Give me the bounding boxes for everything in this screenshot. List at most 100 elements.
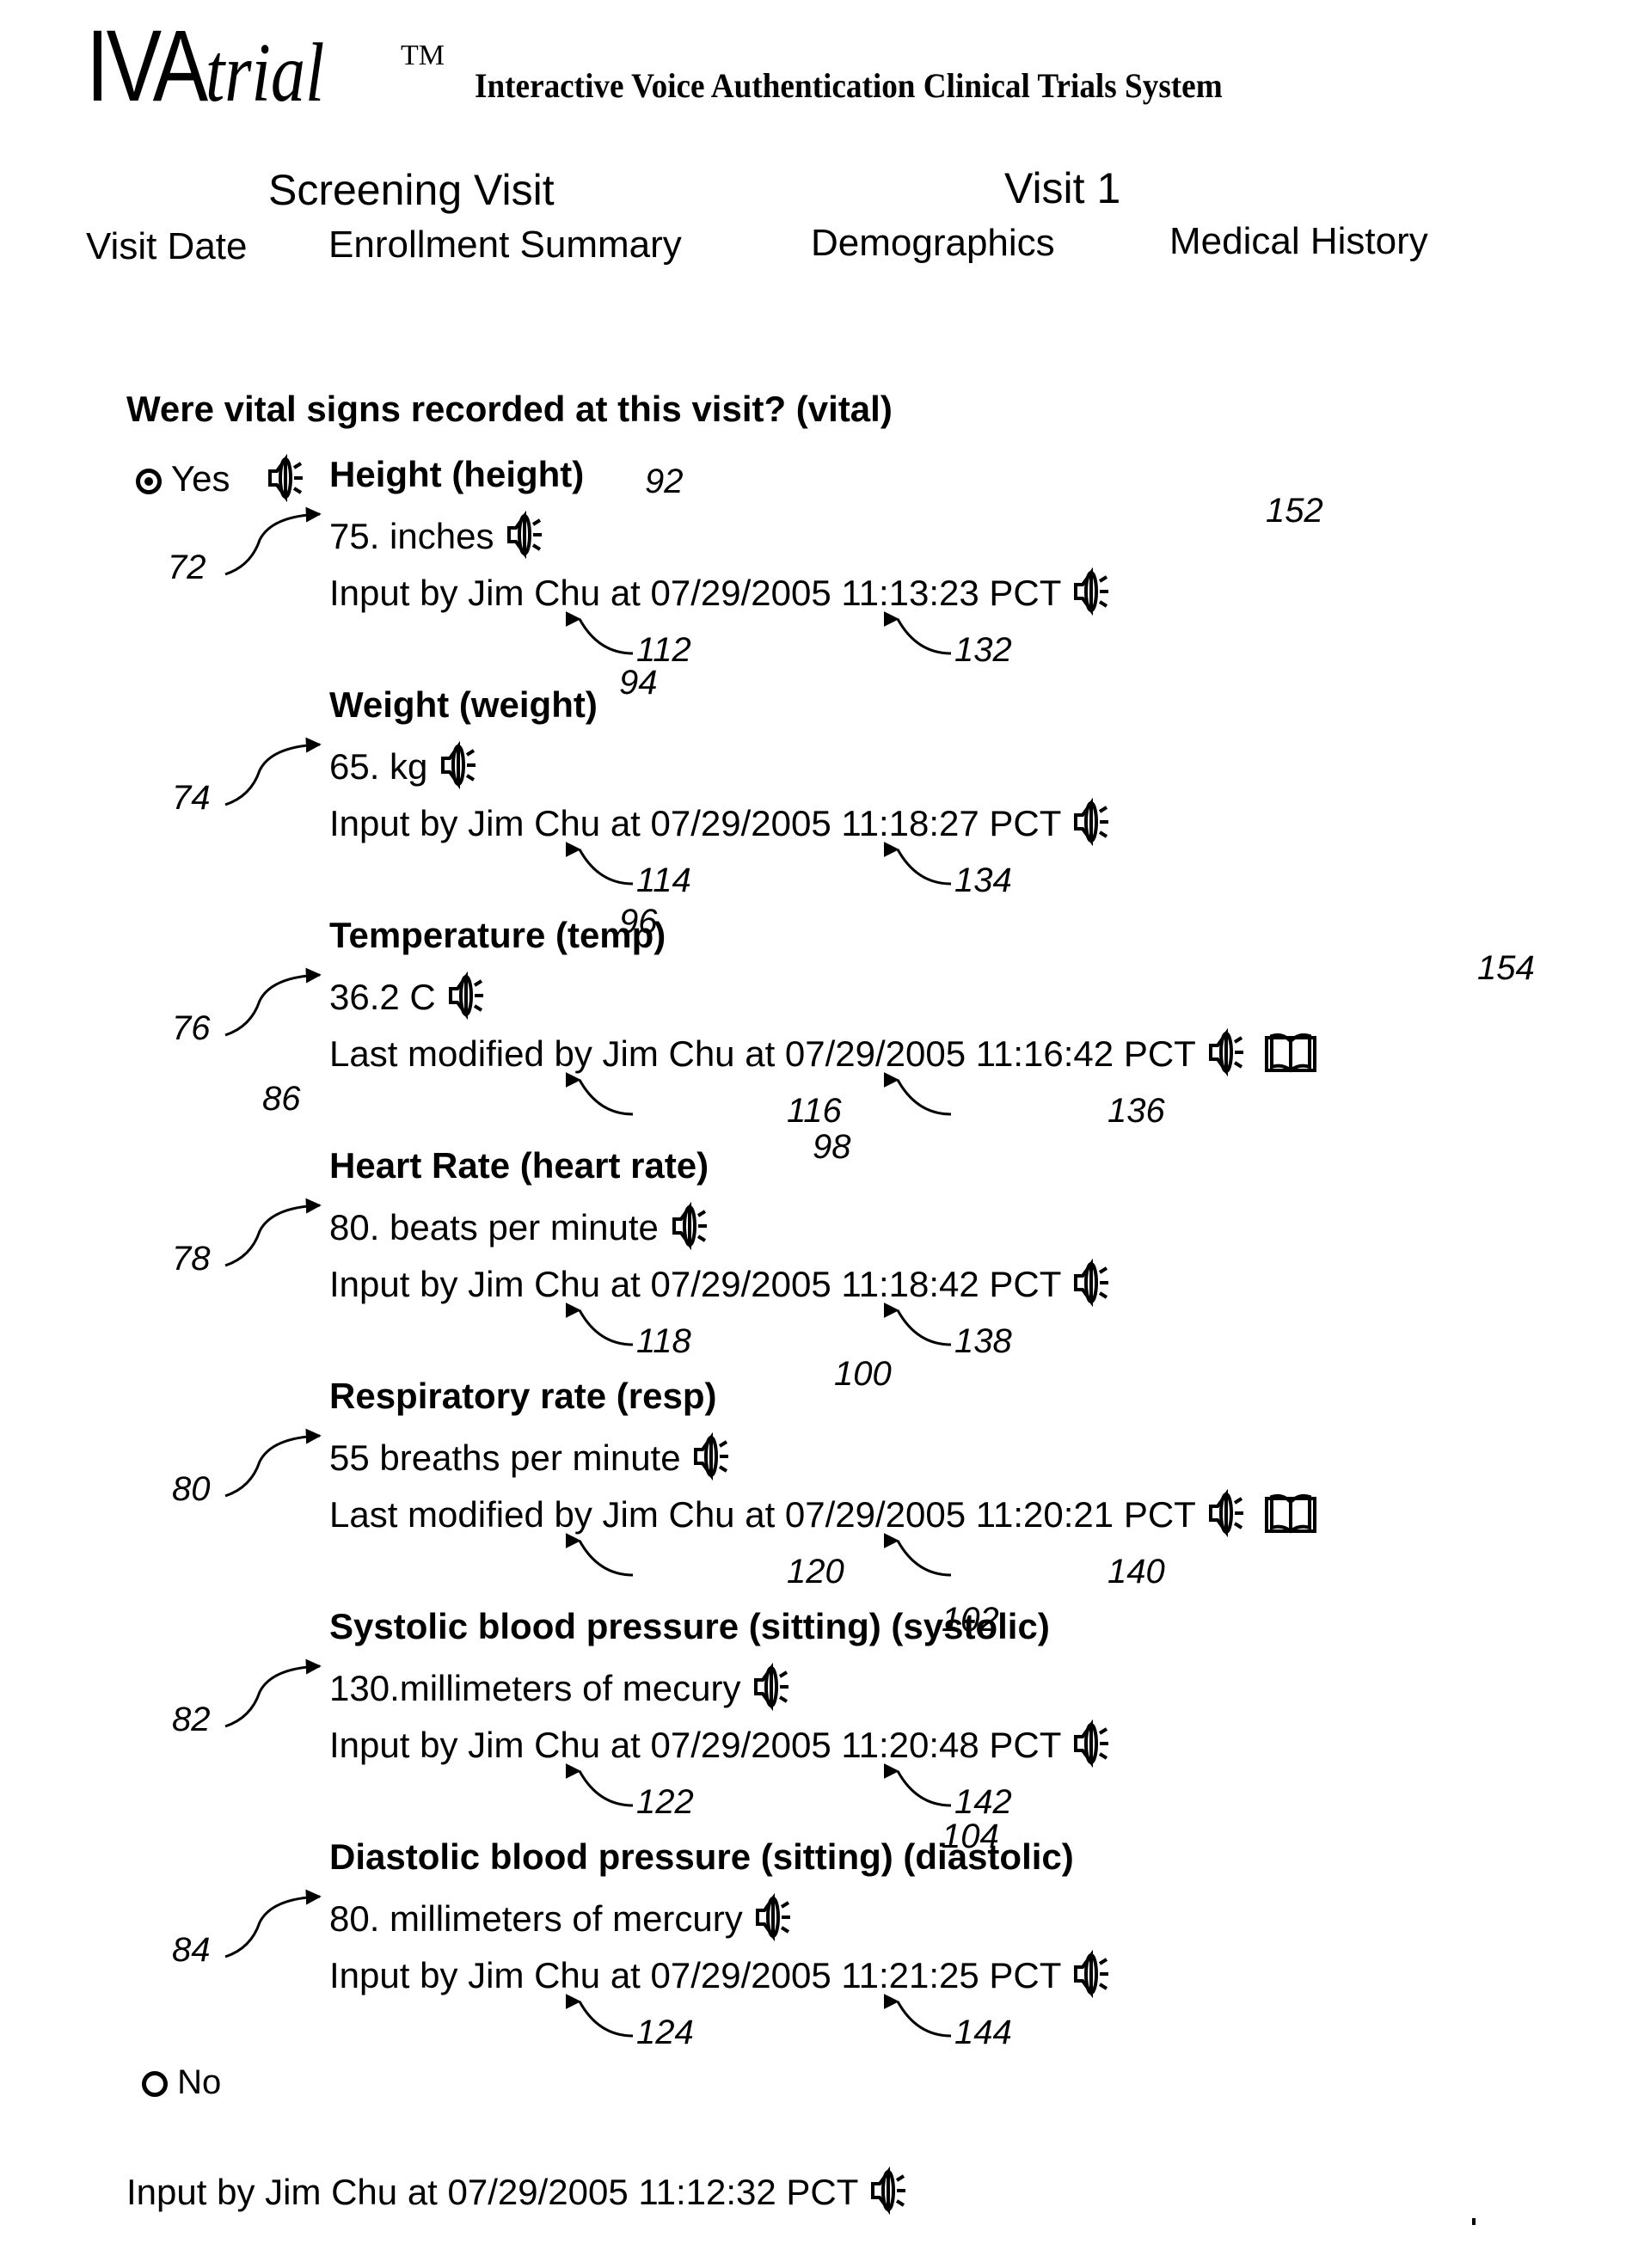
leader-arrow xyxy=(896,848,952,886)
ref-label: 138 xyxy=(954,1322,1012,1360)
field-audit-row: Input by Jim Chu at 07/29/2005 11:21:25 … xyxy=(329,1949,1119,2007)
field-audit: Input by Jim Chu at 07/29/2005 11:18:42 … xyxy=(329,1264,1061,1305)
field-value[interactable]: 55 breaths per minute xyxy=(329,1437,681,1478)
field-title: Heart Rate (heart rate) xyxy=(329,1145,709,1186)
field-audit-row: Input by Jim Chu at 07/29/2005 11:20:48 … xyxy=(329,1719,1119,1776)
leader-arrow xyxy=(224,1198,322,1267)
ref-label: 104 xyxy=(942,1817,999,1855)
leader-arrow xyxy=(224,737,322,806)
leader-arrow xyxy=(896,1078,952,1116)
speaker-icon[interactable] xyxy=(1071,797,1119,855)
visit-number-label: Visit 1 xyxy=(1004,164,1121,212)
speaker-icon[interactable] xyxy=(265,453,313,506)
speaker-icon[interactable] xyxy=(1071,1719,1119,1776)
field-audit: Input by Jim Chu at 07/29/2005 11:18:27 … xyxy=(329,803,1061,844)
ref-label: 114 xyxy=(636,861,691,899)
leader-arrow xyxy=(896,617,952,655)
ref-label: 84 xyxy=(172,1931,211,1969)
ref-label: 102 xyxy=(942,1601,999,1639)
speaker-icon[interactable] xyxy=(868,2166,916,2223)
ref-label: 94 xyxy=(619,664,658,702)
option-yes[interactable]: Yes xyxy=(136,458,230,500)
field-value[interactable]: 130.millimeters of mecury xyxy=(329,1668,740,1708)
ref-label: 72 xyxy=(168,549,206,586)
nav-demographics[interactable]: Demographics xyxy=(811,222,1055,265)
field-value[interactable]: 36.2 C xyxy=(329,977,436,1017)
field-value-row: 130.millimeters of mecury xyxy=(329,1662,799,1719)
ref-label: 144 xyxy=(954,2014,1012,2051)
field-value-row: 80. millimeters of mercury xyxy=(329,1892,801,1950)
vital-signs-question: Were vital signs recorded at this visit?… xyxy=(126,389,893,429)
ref-label: 132 xyxy=(954,631,1012,669)
leader-arrow xyxy=(224,967,322,1037)
field-title: Weight (weight) xyxy=(329,684,598,725)
ref-label: 120 xyxy=(787,1553,844,1591)
leader-arrow xyxy=(224,1889,322,1958)
radio-yes[interactable] xyxy=(136,468,162,494)
speaker-icon[interactable] xyxy=(1071,567,1119,624)
option-no[interactable]: No xyxy=(142,2063,221,2102)
leader-arrow xyxy=(578,1078,634,1116)
ref-label: 78 xyxy=(172,1240,211,1278)
stray-mark xyxy=(1472,2218,1476,2225)
field-audit: Input by Jim Chu at 07/29/2005 11:20:48 … xyxy=(329,1725,1061,1766)
field-audit-row: Input by Jim Chu at 07/29/2005 11:18:42 … xyxy=(329,1258,1119,1315)
field-title: Height (height) xyxy=(329,454,585,494)
field-value[interactable]: 80. beats per minute xyxy=(329,1207,659,1247)
speaker-icon[interactable] xyxy=(1206,1027,1254,1085)
nav-medical-history[interactable]: Medical History xyxy=(1169,220,1428,263)
app-tagline: Interactive Voice Authentication Clinica… xyxy=(475,66,1223,105)
field-value-row: 36.2 C xyxy=(329,971,494,1028)
leader-arrow xyxy=(578,617,634,655)
speaker-icon[interactable] xyxy=(752,1892,801,1950)
field-value[interactable]: 65. kg xyxy=(329,746,427,787)
speaker-icon[interactable] xyxy=(445,971,494,1028)
leader-arrow xyxy=(578,2000,634,2038)
speaker-icon[interactable] xyxy=(504,510,552,567)
leader-arrow xyxy=(224,1428,322,1498)
leader-arrow xyxy=(578,848,634,886)
app-logo: IVAtrial xyxy=(86,15,324,124)
ref-label: 140 xyxy=(1108,1553,1165,1591)
ref-label: 118 xyxy=(636,1322,691,1360)
leader-arrow xyxy=(896,2000,952,2038)
field-title: Respiratory rate (resp) xyxy=(329,1376,717,1416)
speaker-icon[interactable] xyxy=(1071,1949,1119,2007)
speaker-icon[interactable] xyxy=(690,1431,739,1489)
ref-label: 86 xyxy=(262,1080,301,1118)
book-icon[interactable] xyxy=(1263,1031,1318,1082)
leader-arrow xyxy=(578,1539,634,1577)
speaker-icon[interactable] xyxy=(1206,1488,1254,1546)
option-yes-label: Yes xyxy=(170,458,230,499)
trademark: TM xyxy=(401,40,445,71)
field-value[interactable]: 75. inches xyxy=(329,516,494,556)
ref-label: 76 xyxy=(172,1009,211,1047)
speaker-icon[interactable] xyxy=(438,740,486,798)
book-icon[interactable] xyxy=(1263,1492,1318,1543)
ref-label: 134 xyxy=(954,861,1012,899)
leader-arrow xyxy=(224,1658,322,1728)
ref-label: 74 xyxy=(172,779,211,817)
question-audit-text: Input by Jim Chu at 07/29/2005 11:12:32 … xyxy=(126,2172,858,2213)
leader-arrow xyxy=(224,506,322,576)
speaker-icon[interactable] xyxy=(751,1662,799,1719)
nav-enrollment-summary[interactable]: Enrollment Summary xyxy=(328,224,682,267)
speaker-icon[interactable] xyxy=(1071,1258,1119,1315)
ref-label: 154 xyxy=(1477,949,1535,987)
logo-suffix: trial xyxy=(205,27,325,120)
field-audit: Input by Jim Chu at 07/29/2005 11:13:23 … xyxy=(329,573,1061,614)
field-value[interactable]: 80. millimeters of mercury xyxy=(329,1898,743,1939)
ref-label: 124 xyxy=(636,2014,694,2051)
field-title: Temperature (temp) xyxy=(329,915,666,955)
nav-visit-date[interactable]: Visit Date xyxy=(86,225,248,268)
leader-arrow xyxy=(896,1539,952,1577)
radio-no[interactable] xyxy=(142,2071,168,2098)
ref-label: 80 xyxy=(172,1470,211,1508)
leader-arrow xyxy=(578,1769,634,1807)
field-audit: Last modified by Jim Chu at 07/29/2005 1… xyxy=(329,1494,1196,1535)
field-audit: Input by Jim Chu at 07/29/2005 11:21:25 … xyxy=(329,1955,1061,1996)
field-value-row: 80. beats per minute xyxy=(329,1201,717,1259)
field-audit-row: Last modified by Jim Chu at 07/29/2005 1… xyxy=(329,1488,1318,1546)
leader-arrow xyxy=(578,1309,634,1346)
speaker-icon[interactable] xyxy=(669,1201,717,1259)
